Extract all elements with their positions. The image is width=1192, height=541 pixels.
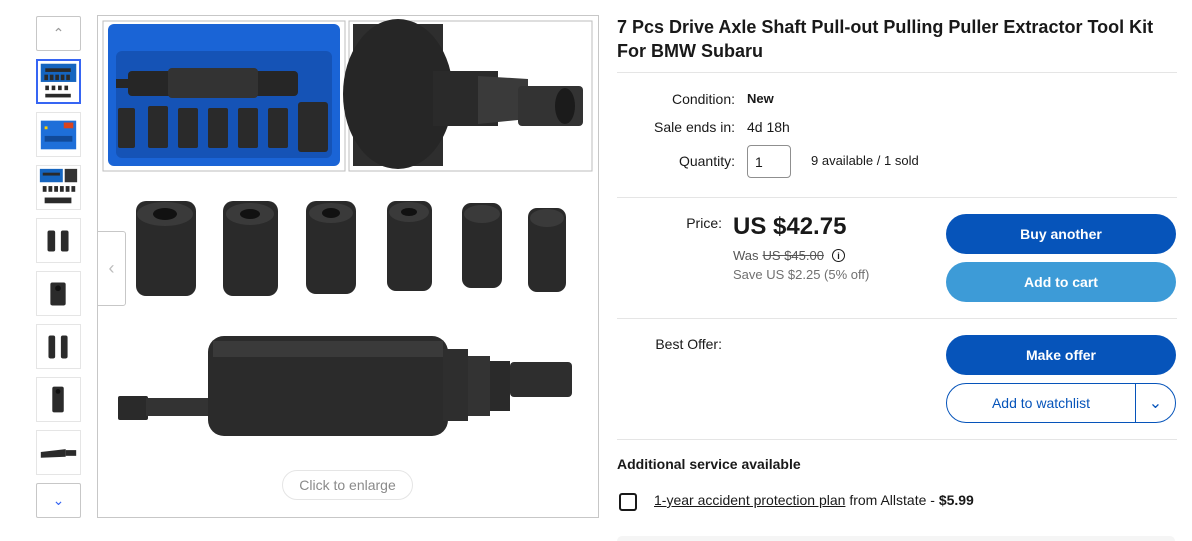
chevron-up-icon: ⌃ [52, 25, 65, 41]
was-price: Was US $45.00 i [733, 248, 845, 263]
chevron-left-icon: ‹ [108, 258, 115, 278]
was-price-value: US $45.00 [762, 248, 824, 263]
quantity-label: Quantity: [678, 153, 735, 169]
best-offer-label: Best Offer: [655, 336, 722, 352]
thumbnail-2[interactable] [36, 112, 81, 157]
chevron-down-icon: ⌄ [1148, 395, 1163, 412]
thumbnail-8[interactable] [36, 430, 81, 475]
info-icon[interactable]: i [831, 249, 845, 262]
additional-service-heading: Additional service available [617, 456, 801, 472]
thumbnail-5[interactable] [36, 271, 81, 316]
protection-plan-text: 1-year accident protection plan from All… [654, 492, 974, 508]
price-label: Price: [686, 215, 722, 231]
product-image [102, 19, 593, 436]
was-label: Was [733, 248, 759, 263]
sale-ends-value: 4d 18h [747, 119, 790, 135]
protection-plan-checkbox[interactable] [619, 493, 637, 511]
bottom-panel [617, 536, 1175, 541]
plan-provider: from Allstate - [845, 492, 939, 508]
divider [617, 197, 1177, 198]
divider [617, 318, 1177, 319]
divider [617, 439, 1177, 440]
condition-label: Condition: [671, 91, 735, 107]
thumbnail-7[interactable] [36, 377, 81, 422]
add-to-watchlist-button[interactable]: Add to watchlist [947, 384, 1135, 422]
thumbnail-scroll-down-button[interactable]: ⌄ [36, 483, 81, 518]
previous-image-button[interactable]: ‹ [98, 231, 126, 306]
chevron-down-icon: ⌄ [52, 492, 65, 508]
make-offer-button[interactable]: Make offer [946, 335, 1176, 375]
add-to-cart-button[interactable]: Add to cart [946, 262, 1176, 302]
buy-another-button[interactable]: Buy another [946, 214, 1176, 254]
thumbnail-4[interactable] [36, 218, 81, 263]
main-image-gallery[interactable]: ‹ › Click to enlarge [97, 15, 599, 518]
current-price: US $42.75 [733, 213, 847, 240]
watchlist-dropdown-button[interactable]: ⌄ [1135, 384, 1175, 422]
condition-value: New [747, 91, 774, 106]
savings-text: Save US $2.25 (5% off) [733, 267, 870, 282]
protection-plan-link[interactable]: 1-year accident protection plan [654, 492, 845, 508]
thumbnail-scroll-up-button[interactable]: ⌃ [36, 16, 81, 51]
thumbnail-1[interactable] [36, 59, 81, 104]
quantity-input[interactable] [747, 145, 791, 178]
page-title: 7 Pcs Drive Axle Shaft Pull-out Pulling … [617, 17, 1154, 61]
sale-ends-label: Sale ends in: [654, 119, 735, 135]
plan-price: $5.99 [938, 492, 974, 508]
click-to-enlarge-button[interactable]: Click to enlarge [282, 470, 413, 500]
divider [617, 72, 1177, 73]
availability-text: 9 available / 1 sold [811, 153, 919, 168]
thumbnail-6[interactable] [36, 324, 81, 369]
thumbnail-3[interactable] [36, 165, 81, 210]
watchlist-control: Add to watchlist ⌄ [946, 383, 1176, 423]
